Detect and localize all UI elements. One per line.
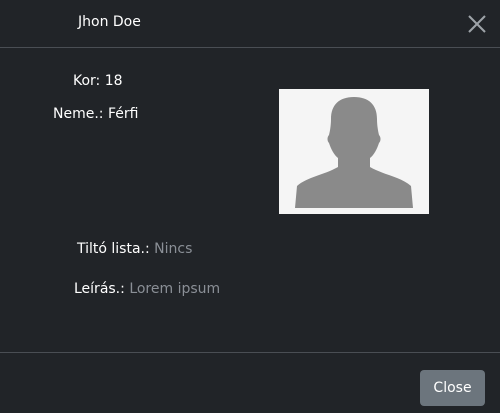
- profile-dialog: Jhon Doe Kor: 18 Neme.: Férfi Tiltó list…: [0, 0, 500, 413]
- age-label: Kor:: [73, 73, 101, 89]
- description-row: Leírás.: Lorem ipsum: [74, 280, 220, 298]
- description-label: Leírás.:: [74, 281, 125, 297]
- description-value: Lorem ipsum: [129, 281, 221, 297]
- dialog-header: Jhon Doe: [0, 0, 500, 48]
- gender-row: Neme.: Férfi: [53, 105, 138, 123]
- age-row: Kor: 18: [73, 72, 123, 90]
- avatar-silhouette-icon: [295, 97, 413, 208]
- close-icon[interactable]: [464, 11, 490, 37]
- profile-photo: [279, 89, 429, 214]
- gender-label: Neme.:: [53, 106, 104, 122]
- close-button[interactable]: Close: [420, 370, 485, 406]
- blocklist-label: Tiltó lista.:: [77, 241, 150, 257]
- age-value: 18: [104, 73, 123, 89]
- gender-value: Férfi: [107, 106, 139, 122]
- blocklist-row: Tiltó lista.: Nincs: [77, 240, 192, 258]
- blocklist-value: Nincs: [154, 241, 193, 257]
- dialog-title: Jhon Doe: [78, 14, 141, 30]
